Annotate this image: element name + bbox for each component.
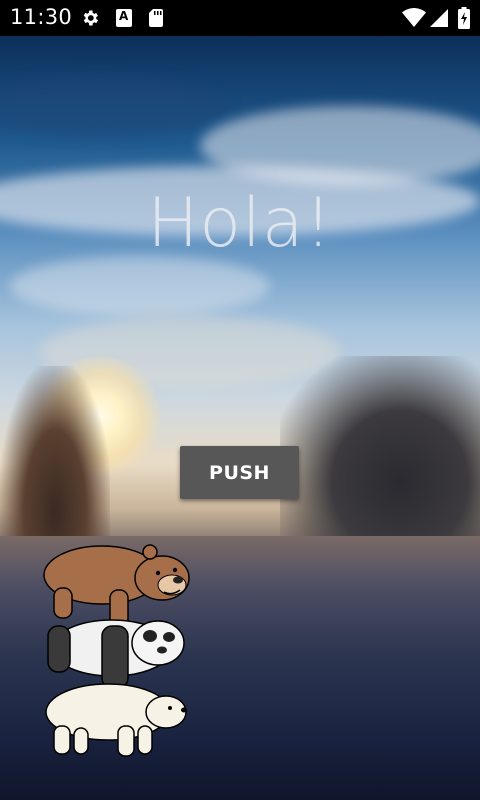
status-time: 11:30 [10,5,73,29]
font-icon-glyph: A [119,9,129,23]
panda-bear [47,619,185,689]
sd-card-icon [149,9,163,27]
gear-icon [83,10,98,26]
push-button[interactable]: PUSH [180,446,299,499]
font-icon: A [116,9,132,27]
grizzly-bear [43,544,190,627]
trees-right [280,356,480,566]
greeting-text: Hola! [147,184,333,263]
status-bar: 11:30 A [0,0,480,36]
ice-bear [45,683,187,757]
wifi-icon [402,8,426,27]
bears-stack-image [43,544,190,757]
signal-icon [430,9,448,27]
battery-icon [458,7,470,29]
